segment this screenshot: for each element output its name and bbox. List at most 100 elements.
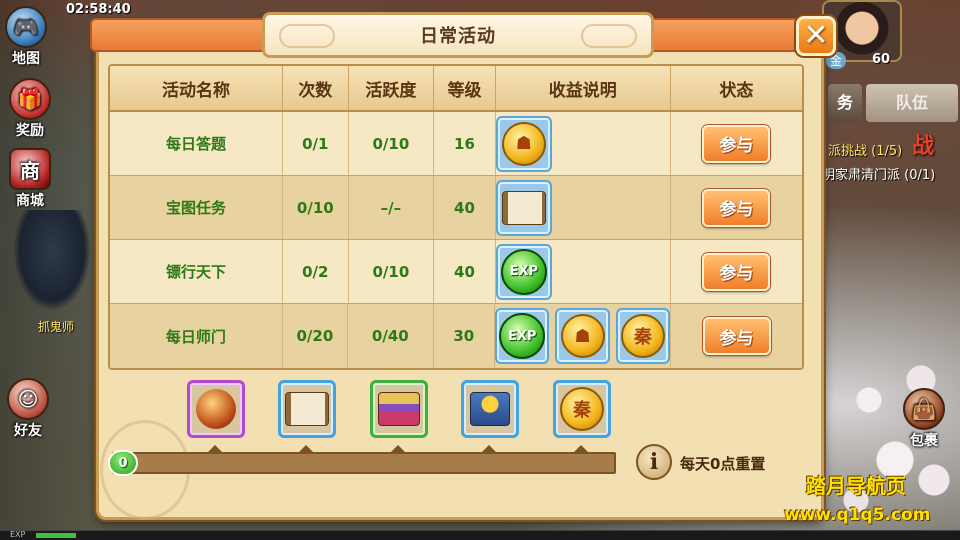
clock-display: 02:58:40: [66, 2, 131, 17]
status-cell: 参与: [671, 240, 802, 303]
milestone-tick: [482, 445, 496, 452]
qin-coin-icon: 秦: [620, 314, 665, 358]
battle-icon: 战: [912, 134, 935, 159]
qin-coin-icon: 秦: [560, 387, 604, 431]
header-status: 状态: [719, 80, 754, 101]
bag-button[interactable]: 👜 包裹: [898, 388, 950, 450]
fire-orb-icon: [196, 389, 236, 429]
gold-ingot-icon: ☗: [560, 314, 605, 358]
watermark-url: www.q1q5.com: [784, 505, 931, 525]
join-button[interactable]: 参与: [702, 317, 771, 355]
table-header: 活动名称 次数 活跃度 等级 收益说明 状态: [110, 66, 802, 112]
activity-name: 每日答题: [110, 112, 283, 175]
milestone-chest-3[interactable]: [370, 380, 428, 438]
milestone-chest-2[interactable]: [278, 380, 336, 438]
close-button[interactable]: ✕: [796, 16, 836, 56]
activity-name: 镖行天下: [110, 240, 283, 303]
bag-icon: 👜: [903, 388, 945, 430]
join-button[interactable]: 参与: [702, 252, 771, 291]
activity-points: –/–: [349, 176, 435, 239]
reward-exp[interactable]: EXP: [495, 243, 552, 300]
reward-gold-ingot[interactable]: ☗: [555, 308, 610, 364]
friend-face-icon: ☺: [7, 378, 49, 420]
table-row: 每日师门 0/20 0/40 30 EXP ☗ 秦 参与: [110, 304, 802, 368]
bag-label: 包裹: [910, 433, 938, 449]
treasure-chest-icon: [378, 392, 420, 426]
friend-button[interactable]: ☺ 好友: [2, 378, 54, 440]
exp-orb-icon: EXP: [500, 248, 547, 295]
reward-button[interactable]: 🎁 奖励: [4, 78, 56, 140]
reward-list: EXP: [495, 240, 671, 303]
milestone-tick: [574, 445, 588, 452]
header-activity-points: 活跃度: [349, 66, 435, 110]
milestone-chest-1[interactable]: [187, 380, 245, 438]
ghost-hunter-character: [14, 210, 90, 310]
activity-name: 每日师门: [110, 304, 283, 368]
activity-points: 0/10: [349, 112, 435, 175]
status-cell: 参与: [671, 304, 802, 368]
activity-points: 0/10: [349, 240, 435, 303]
header-rewards: 收益说明: [496, 66, 671, 110]
quest-tracker-1[interactable]: 派挑战 (1/5): [828, 140, 902, 159]
exp-bar: EXP: [0, 530, 960, 540]
tab-mission[interactable]: 务: [828, 84, 862, 122]
reward-list: EXP ☗ 秦: [495, 304, 672, 368]
join-button[interactable]: 参与: [702, 124, 771, 163]
shop-label: 商城: [16, 193, 44, 209]
exp-bar-label: EXP: [10, 530, 26, 539]
close-icon: ✕: [803, 18, 829, 53]
activity-level: 40: [434, 176, 496, 239]
gift-bag-icon: 🎁: [9, 78, 51, 120]
activity-times: 0/10: [283, 176, 349, 239]
reward-exp[interactable]: EXP: [495, 308, 550, 364]
scroll-icon: [501, 190, 546, 225]
gamepad-icon: 🎮: [5, 6, 47, 48]
ghost-hunter-label: 抓鬼师: [38, 320, 75, 334]
header-activity-name: 活动名称: [110, 66, 283, 110]
milestone-tick: [299, 445, 313, 452]
activity-times: 0/2: [283, 240, 349, 303]
activity-level: 30: [434, 304, 496, 368]
milestone-tick: [208, 445, 222, 452]
activity-progress-bar: [112, 452, 616, 474]
tab-team[interactable]: 队伍: [866, 84, 958, 122]
watermark-title: 踏月导航页: [806, 474, 906, 498]
activity-points: 0/40: [348, 304, 434, 368]
map-button[interactable]: 🎮 地图: [0, 6, 52, 68]
friend-label: 好友: [14, 423, 42, 439]
shop-button[interactable]: 商 商城: [4, 148, 56, 210]
activity-level: 40: [434, 240, 496, 303]
milestone-chest-4[interactable]: [461, 380, 519, 438]
exp-orb-icon: EXP: [499, 313, 546, 359]
info-icon[interactable]: i: [636, 444, 672, 480]
table-row: 宝图任务 0/10 –/– 40 参与: [110, 176, 802, 240]
table-row: 每日答题 0/1 0/10 16 ☗ 参与: [110, 112, 802, 176]
panel-title: 日常活动: [420, 26, 496, 47]
status-cell: 参与: [671, 176, 802, 239]
exp-bar-fill: [36, 533, 76, 538]
panel-title-plate: 日常活动: [262, 12, 654, 58]
reward-label: 奖励: [16, 123, 44, 139]
reward-gold-ingot[interactable]: ☗: [495, 115, 552, 172]
cloud-ornament-icon: [581, 24, 637, 48]
milestone-chest-5[interactable]: 秦: [553, 380, 611, 438]
reward-list: ☗: [495, 112, 671, 175]
milestone-tick: [391, 445, 405, 452]
activity-times: 0/20: [283, 304, 349, 368]
map-label: 地图: [12, 51, 40, 67]
player-level: 60: [872, 52, 891, 67]
scroll-icon: [285, 392, 329, 426]
cloud-ornament-icon: [279, 24, 335, 48]
activity-level: 16: [434, 112, 496, 175]
reward-qin-coin[interactable]: 秦: [615, 308, 671, 364]
gold-ingot-icon: ☗: [501, 121, 546, 166]
reward-treasure-map[interactable]: [495, 179, 552, 236]
join-button[interactable]: 参与: [702, 188, 771, 227]
activity-times: 0/1: [283, 112, 349, 175]
activity-table: 活动名称 次数 活跃度 等级 收益说明 状态 每日答题 0/1 0/10 16 …: [108, 64, 804, 370]
activity-progress-value: 0: [108, 450, 138, 476]
header-level: 等级: [434, 66, 496, 110]
quest-tracker-2[interactable]: 明家肃清门派 (0/1): [822, 164, 935, 183]
reset-note: 每天0点重置: [680, 455, 766, 473]
status-cell: 参与: [671, 112, 802, 175]
